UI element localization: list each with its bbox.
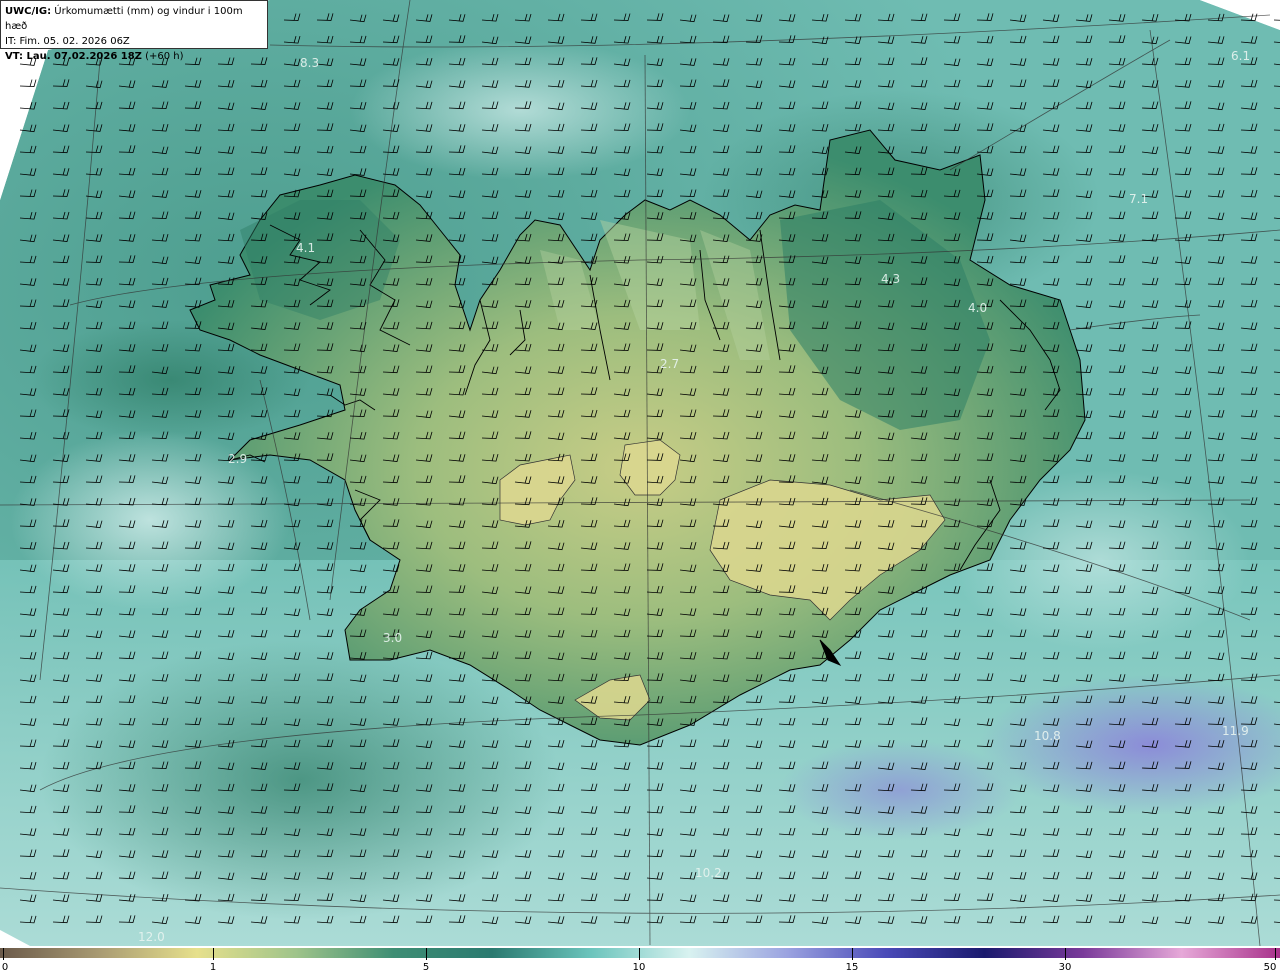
value-label-nw: 8.3 [300,56,319,70]
colorbar-tick-mark [426,948,427,960]
value-label-snaefellsnes: 2.9 [228,452,247,466]
precipitation-wind-map: 8.3 4.1 4.3 4.0 7.1 2.7 2.9 3.0 11.9 10.… [0,0,1280,946]
colorbar-tick-mark [213,948,214,960]
colorbar-tick-mark [852,948,853,960]
value-label-south-ocean: 10.8 [1034,729,1061,743]
colorbar-tick-label: 15 [845,962,859,973]
forecast-lead: (+60 h) [141,51,184,62]
value-label-se-ocean: 11.9 [1222,724,1249,738]
colorbar-tick-label: 1 [209,962,217,973]
colorbar: 0 1 5 10 15 30 50 [0,946,1280,978]
colorbar-tick-label: 0 [1,962,9,973]
product-code: UWC/IG: [5,6,52,17]
colorbar-tick-mark [3,948,4,960]
colorbar-tick-mark [1275,948,1276,960]
map-title-box: UWC/IG: Úrkomumætti (mm) og vindur i 100… [0,0,268,62]
value-label-westfjords: 4.1 [296,241,315,255]
colorbar-tick-label: 5 [422,962,430,973]
colorbar-gradient [0,948,1280,958]
value-label-northeast: 4.3 [881,272,900,286]
colorbar-tick-label: 30 [1058,962,1072,973]
init-time: IT: Fim. 05. 02. 2026 06Z [5,36,130,47]
colorbar-tick-mark [639,948,640,960]
colorbar-tick-mark [1065,948,1066,960]
value-label-ne-ocean: 7.1 [1129,192,1148,206]
value-label-south-low: 10.2 [695,866,722,880]
value-label-southwest: 3.0 [383,631,402,645]
valid-time: VT: Lau. 07.02.2026 18Z [5,51,142,62]
colorbar-tick-label: 50 [1263,962,1277,973]
value-label-sw-corner: 12.0 [138,930,165,944]
value-label-ne-corner: 6.1 [1231,49,1250,63]
value-label-north-central: 2.7 [660,357,679,371]
colorbar-tick-label: 10 [632,962,646,973]
value-label-east: 4.0 [968,301,987,315]
